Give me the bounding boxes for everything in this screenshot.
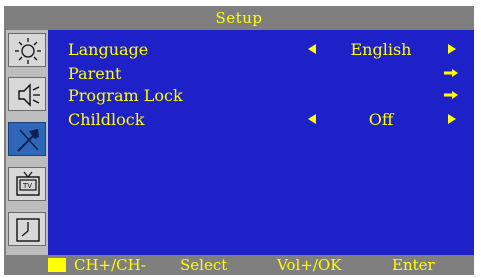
menu-item-label: Language bbox=[68, 40, 149, 59]
clock-icon bbox=[16, 218, 40, 242]
menu-title: Setup bbox=[4, 6, 474, 30]
brightness-icon bbox=[15, 38, 41, 64]
menu-item-language[interactable]: Language English bbox=[48, 38, 474, 60]
hint-enter: Enter bbox=[392, 256, 435, 274]
speaker-icon bbox=[18, 83, 40, 107]
arrow-left-icon[interactable] bbox=[308, 44, 316, 54]
arrow-left-icon[interactable] bbox=[308, 114, 316, 124]
hint-select: Select bbox=[180, 256, 228, 274]
menu-panel: Language English Parent Program Lock Chi… bbox=[48, 30, 474, 255]
sidebar-item-time[interactable] bbox=[8, 212, 46, 246]
childlock-value: Off bbox=[368, 110, 394, 129]
hint-vol-ok: Vol+/OK bbox=[277, 256, 342, 274]
menu-item-parent[interactable]: Parent bbox=[48, 62, 474, 84]
arrow-right-icon[interactable] bbox=[448, 44, 456, 54]
menu-item-label: Program Lock bbox=[68, 86, 183, 105]
category-sidebar: TV bbox=[6, 30, 48, 255]
sidebar-item-tv[interactable]: TV bbox=[8, 167, 46, 201]
sidebar-item-picture[interactable] bbox=[8, 33, 46, 67]
tools-icon bbox=[17, 129, 39, 152]
hint-ch-keys: CH+/CH- bbox=[74, 256, 146, 274]
menu-item-label: Childlock bbox=[68, 110, 145, 129]
remote-button-icon bbox=[48, 258, 66, 272]
enter-arrow-icon[interactable] bbox=[444, 91, 458, 99]
menu-item-program-lock[interactable]: Program Lock bbox=[48, 84, 474, 106]
sidebar-item-sound[interactable] bbox=[8, 77, 46, 111]
tv-icon: TV bbox=[16, 171, 40, 196]
footer-hint-bar: CH+/CH- Select Vol+/OK Enter bbox=[4, 255, 474, 275]
menu-item-label: Parent bbox=[68, 64, 122, 83]
osd-window: Setup TV Language English Parent Program… bbox=[4, 6, 474, 275]
enter-arrow-icon[interactable] bbox=[444, 69, 458, 77]
svg-text:TV: TV bbox=[22, 182, 32, 190]
menu-item-childlock[interactable]: Childlock Off bbox=[48, 108, 474, 130]
arrow-right-icon[interactable] bbox=[448, 114, 456, 124]
language-value: English bbox=[350, 40, 412, 59]
sidebar-item-setup[interactable] bbox=[8, 122, 46, 156]
